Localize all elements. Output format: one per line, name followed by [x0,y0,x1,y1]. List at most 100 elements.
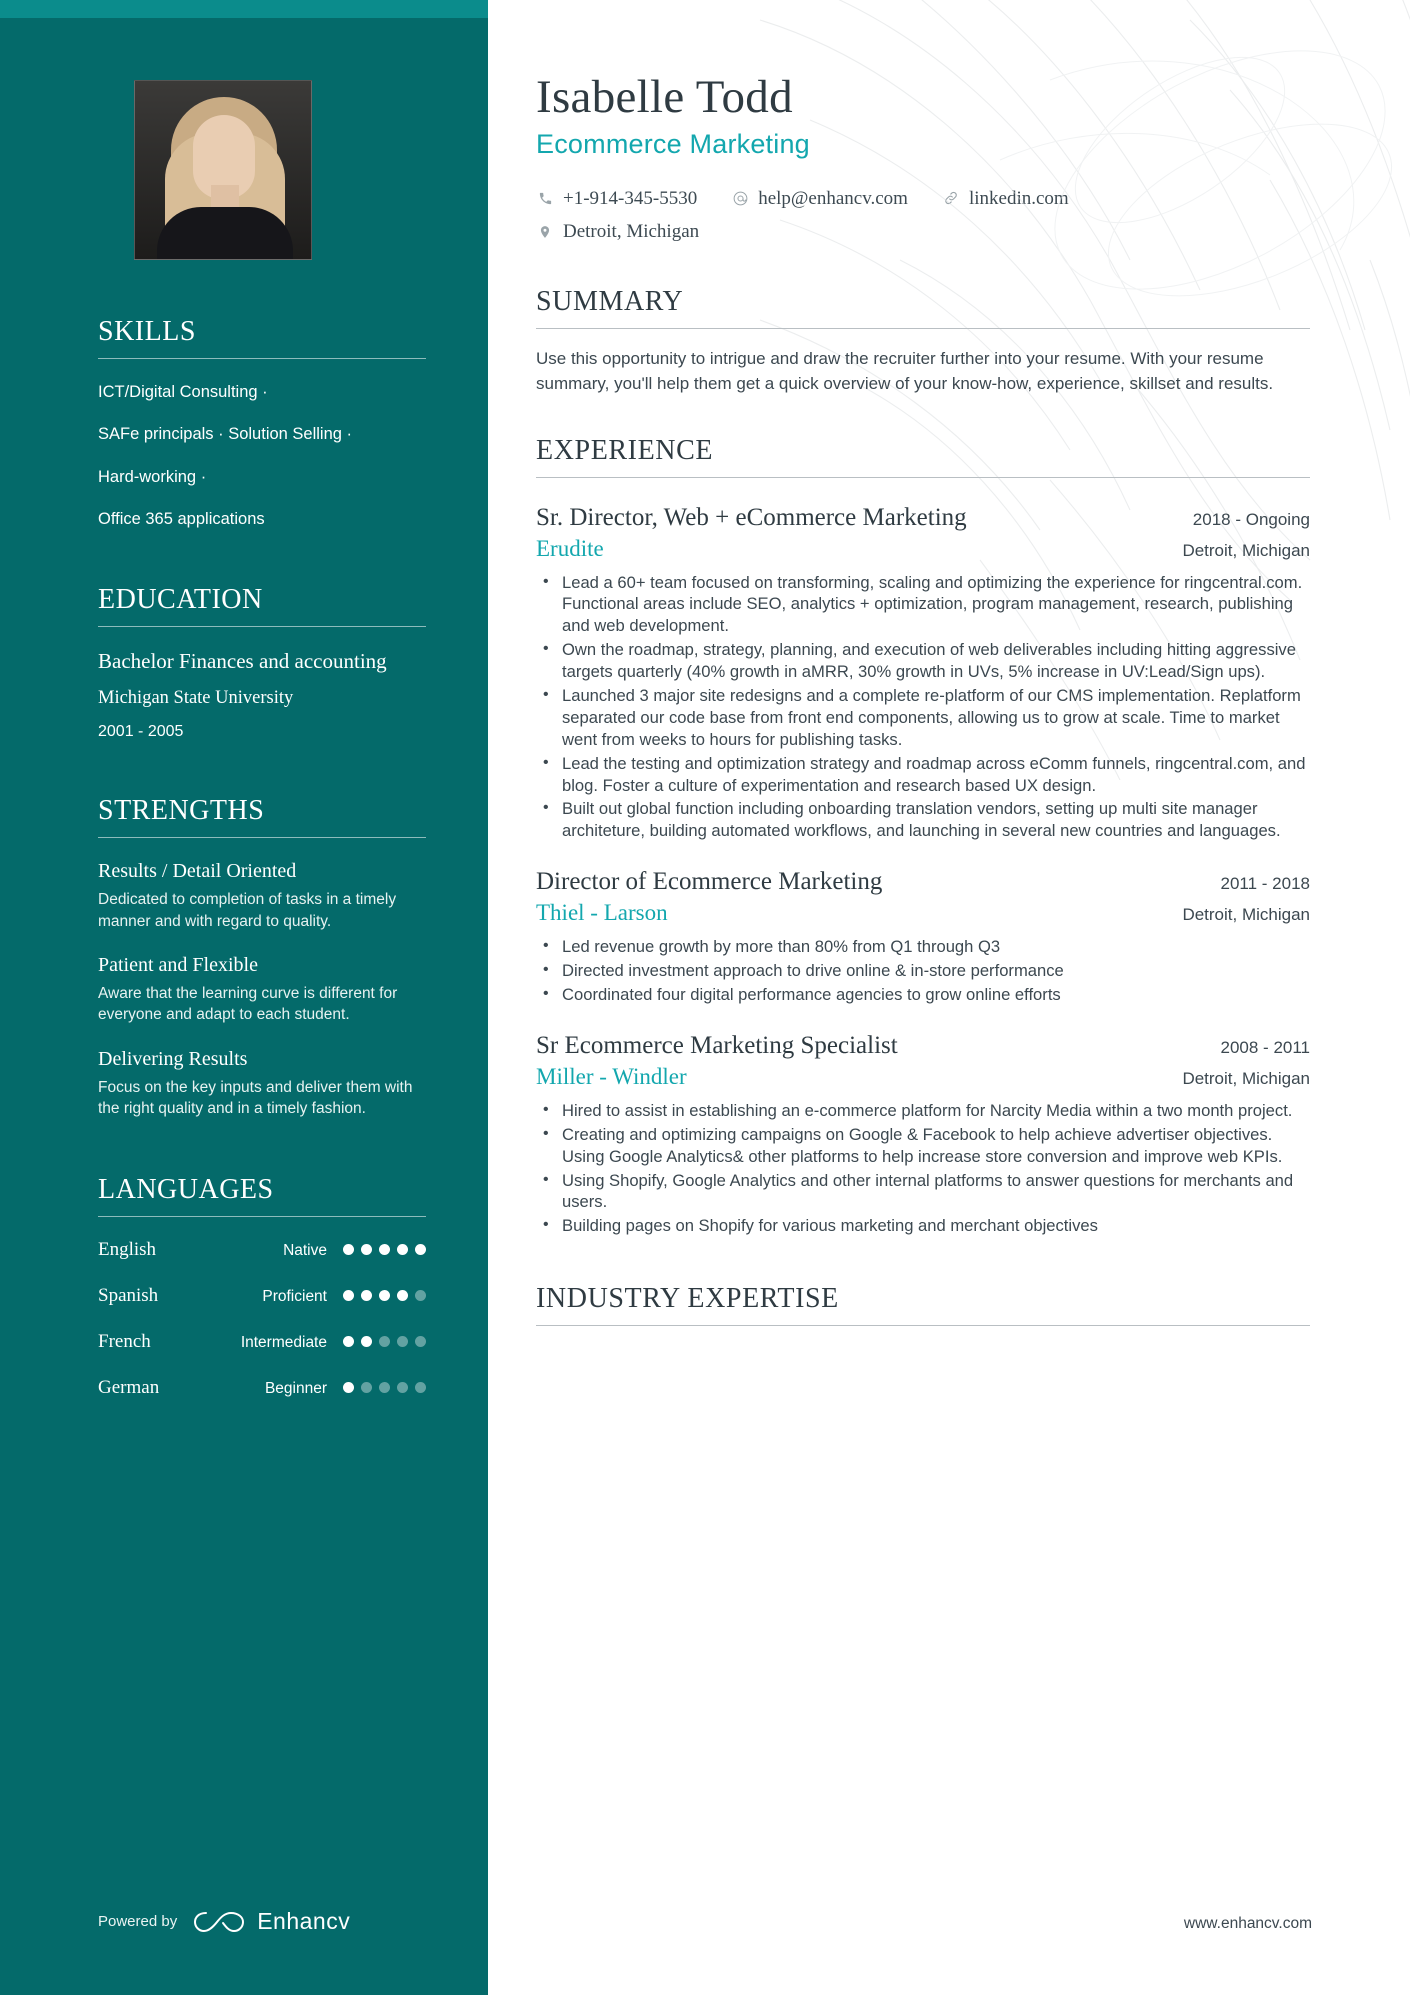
summary-title: SUMMARY [536,286,684,318]
skills-section: SKILLS ICT/Digital Consulting · SAFe pri… [98,316,426,530]
rating-dot-empty [397,1381,408,1393]
industry-expertise-section: INDUSTRY EXPERTISE [536,1283,1310,1327]
summary-text: Use this opportunity to intrigue and dra… [536,349,1274,393]
experience-item-subheader: Erudite Detroit, Michigan [536,536,1310,562]
experience-job-location: Detroit, Michigan [1182,1068,1310,1088]
experience-item: Sr. Director, Web + eCommerce Marketing 2… [536,504,1310,843]
experience-bullet: Lead the testing and optimization strate… [536,752,1310,797]
language-row: English Native [98,1239,426,1271]
rating-dot-filled [415,1243,426,1255]
experience-bullet: Led revenue growth by more than 80% from… [536,935,1310,958]
rating-dot-empty [379,1335,390,1347]
skills-title: SKILLS [98,316,196,347]
strength-name: Results / Detail Oriented [98,860,297,883]
contact-row-2: Detroit, Michigan [536,215,1310,248]
experience-job-title: Director of Ecommerce Marketing [536,868,883,896]
resume-page: SKILLS ICT/Digital Consulting · SAFe pri… [0,0,1410,1995]
location-pin-icon [536,223,554,241]
experience-bullet: Lead a 60+ team focused on transforming,… [536,571,1310,638]
skills-divider [98,358,426,359]
experience-bullet: Built out global function including onbo… [536,797,1310,842]
education-section: EDUCATION Bachelor Finances and accounti… [98,584,426,741]
contact-linkedin-text: linkedin.com [968,187,1069,209]
education-divider [98,626,426,628]
resume-header: Isabelle Todd Ecommerce Marketing +1-914… [536,72,1310,248]
experience-bullet-list: Hired to assist in establishing an e-com… [536,1099,1310,1237]
strength-item: Results / Detail Oriented Dedicated to c… [98,860,426,932]
strengths-divider [98,837,426,839]
contact-location: Detroit, Michigan [536,215,699,248]
language-row: German Beginner [98,1377,426,1409]
experience-item-header: Director of Ecommerce Marketing 2011 - 20… [536,868,1310,896]
avatar [134,80,312,262]
experience-company-name: Thiel - Larson [536,900,668,926]
language-level: Proficient [262,1287,327,1305]
page-title: Isabelle Todd [536,71,793,123]
experience-bullet: Building pages on Shopify for various ma… [536,1214,1310,1237]
industry-expertise-divider [536,1325,1310,1327]
experience-divider [536,476,1310,478]
enhancv-logo: Enhancv [193,1908,350,1935]
enhancv-brand-name: Enhancv [257,1908,351,1934]
experience-bullet: Own the roadmap, strategy, planning, and… [536,638,1310,683]
rating-dot-filled [361,1243,372,1255]
rating-dot-filled [397,1243,408,1255]
experience-company-name: Erudite [536,535,604,561]
education-title: EDUCATION [98,584,263,616]
sidebar-accent-bar [0,0,488,18]
contact-linkedin[interactable]: linkedin.com [942,182,1069,215]
experience-job-dates: 2011 - 2018 [1220,874,1310,894]
strength-desc: Dedicated to completion of tasks in a ti… [98,891,397,930]
language-rating-dots [343,1335,426,1347]
experience-bullet-list: Led revenue growth by more than 80% from… [536,935,1310,1006]
rating-dot-filled [379,1243,390,1255]
experience-item: Director of Ecommerce Marketing 2011 - 20… [536,868,1310,1006]
rating-dot-filled [361,1335,372,1347]
strength-item: Patient and Flexible Aware that the lear… [98,954,426,1026]
contact-phone-text: +1-914-345-5530 [563,187,698,209]
contact-phone[interactable]: +1-914-345-5530 [536,182,697,215]
experience-bullet-list: Lead a 60+ team focused on transforming,… [536,571,1310,843]
language-name: Spanish [98,1284,159,1306]
language-name: English [98,1238,157,1260]
languages-title: LANGUAGES [98,1173,274,1205]
main-content: Isabelle Todd Ecommerce Marketing +1-914… [488,0,1410,1995]
language-level: Native [283,1241,327,1259]
powered-by-footer: Powered by Enhancv [98,1908,350,1935]
summary-section: SUMMARY Use this opportunity to intrigue… [536,286,1310,396]
language-level: Beginner [264,1379,327,1397]
powered-by-label: Powered by [98,1913,178,1930]
rating-dot-filled [343,1381,354,1393]
at-email-icon [731,189,749,207]
rating-dot-empty [415,1335,426,1347]
experience-bullet: Hired to assist in establishing an e-com… [536,1099,1310,1122]
skill-item: SAFe principals · Solution Selling · [98,425,353,444]
strengths-section: STRENGTHS Results / Detail Oriented Dedi… [98,795,426,1119]
rating-dot-empty [361,1381,372,1393]
rating-dot-filled [397,1289,408,1301]
experience-job-dates: 2008 - 2011 [1220,1037,1310,1057]
site-url[interactable]: www.enhancv.com [1184,1915,1312,1933]
strength-name: Delivering Results [98,1047,248,1070]
language-row: French Intermediate [98,1331,426,1363]
profile-photo [134,80,312,260]
photo-body-shape [157,207,293,259]
language-level: Intermediate [240,1333,327,1351]
job-role-subtitle: Ecommerce Marketing [536,128,810,159]
skill-item: ICT/Digital Consulting · [98,383,268,401]
languages-section: LANGUAGES English Native Spanish Proficient… [98,1174,426,1409]
education-dates: 2001 - 2005 [98,723,184,741]
rating-dot-filled [379,1289,390,1301]
phone-icon [536,189,554,207]
strength-item: Delivering Results Focus on the key inpu… [98,1048,426,1120]
contact-email-text: help@enhancv.com [758,187,908,209]
languages-list: English Native Spanish Proficient French Inte… [98,1239,426,1409]
rating-dot-filled [343,1289,354,1301]
contact-email[interactable]: help@enhancv.com [731,182,908,215]
experience-bullet: Coordinated four digital performance age… [536,983,1310,1006]
rating-dot-empty [415,1381,426,1393]
contact-details: +1-914-345-5530 help@enhancv.com linkedi… [536,182,1310,249]
skill-item: Hard-working · [98,467,207,486]
experience-item-subheader: Miller - Windler Detroit, Michigan [536,1064,1310,1090]
language-rating-dots [343,1289,426,1301]
